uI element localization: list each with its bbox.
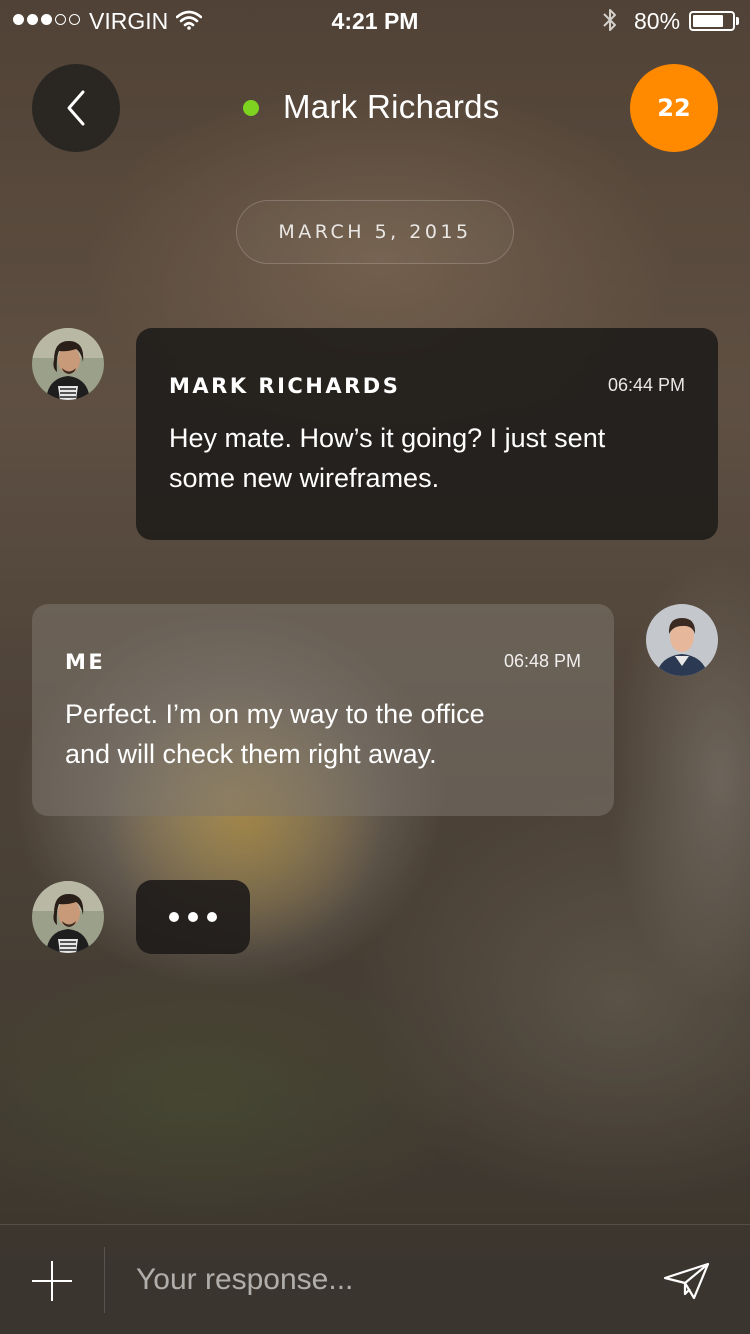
notification-badge[interactable]: 22 [630,64,718,152]
battery-percentage: 80% [634,8,681,34]
outgoing-message-bubble[interactable]: ME 06:48 PM Perfect. I’m on my way to th… [32,604,614,816]
message-composer [0,1224,750,1334]
back-button[interactable] [32,64,120,152]
composer-divider [104,1247,105,1313]
contact-avatar[interactable] [32,881,104,953]
send-button[interactable] [662,1261,712,1301]
message-text-line: Hey mate. How’s it going? I just sent [169,423,606,453]
online-status-indicator [243,100,259,116]
incoming-message-bubble[interactable]: MARK RICHARDS 06:44 PM Hey mate. How’s i… [136,328,718,540]
message-sender: MARK RICHARDS [169,374,401,398]
date-separator: MARCH 5, 2015 [236,200,514,264]
message-time: 06:44 PM [607,375,685,395]
message-text-line: Perfect. I’m on my way to the office [65,699,485,729]
typing-dot [207,912,217,922]
typing-indicator [136,880,250,954]
paper-plane-icon [663,1262,710,1300]
bluetooth-icon [601,7,619,39]
response-input[interactable] [136,1253,636,1307]
contact-name[interactable]: Mark Richards [283,88,500,126]
battery-nub [736,17,739,25]
message-text-line: some new wireframes. [169,463,440,493]
message-text-line: and will check them right away. [65,739,437,769]
contact-avatar[interactable] [32,328,104,400]
typing-dot [169,912,179,922]
my-avatar[interactable] [646,604,718,676]
battery-icon [689,11,735,31]
message-sender: ME [65,650,106,674]
status-bar: VIRGIN 4:21 PM 80% [0,0,750,40]
message-time: 06:48 PM [503,651,581,671]
add-attachment-button[interactable] [30,1259,74,1303]
chevron-left-icon [67,90,85,126]
typing-dot [188,912,198,922]
battery-level-fill [693,15,723,27]
